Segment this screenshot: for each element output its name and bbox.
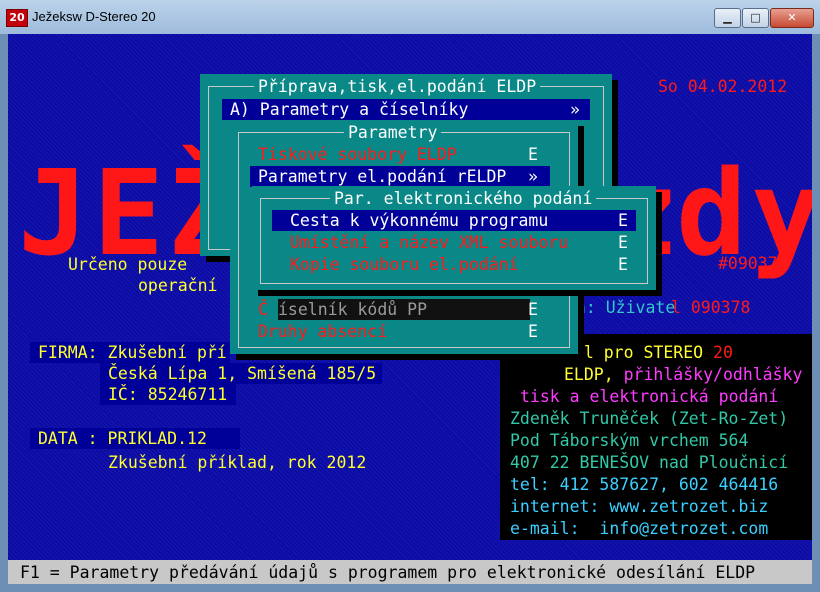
user-label: ha: Uživate xyxy=(566,298,676,317)
urceno-line1: Určeno pouze xyxy=(68,255,188,274)
menu-item-key: E xyxy=(618,233,628,252)
info-line1-a: dul pro STEREO xyxy=(564,343,714,362)
menu-item-cesta-programu[interactable]: Cesta k výkonnému programu E xyxy=(272,210,636,231)
menu-item-label: íselník kódů PP xyxy=(278,299,530,320)
menu-par-el-podani: Par. elektronického podání Cesta k výkon… xyxy=(252,186,656,290)
window-title: Ježeksw D-Stereo 20 xyxy=(32,9,156,24)
data-label: DATA : PRIKLAD.12 xyxy=(38,429,207,448)
firma-label: FIRMA: Zkušební pří xyxy=(38,343,227,362)
app-icon[interactable]: 20 xyxy=(6,9,28,27)
submenu-arrow-icon: » xyxy=(528,167,538,186)
menu-item-label-first: Č xyxy=(258,300,268,319)
firma-address: Česká Lípa 1, Smíšená 185/5 xyxy=(108,364,377,383)
info-line2-b: přihlášky/odhlášky xyxy=(623,365,803,384)
submenu-arrow-icon: » xyxy=(570,100,580,119)
menu-item-parametry-ciselniky[interactable]: A) Parametry a číselníky » xyxy=(222,99,590,120)
menu-item-umisteni-xml[interactable]: Umístění a název XML souboru E xyxy=(272,232,636,253)
console-area: So 04.02.2012 JEŽE z dy #090378 Určeno p… xyxy=(8,34,812,560)
menu-item-label: Parametry el.podání rELDP xyxy=(258,167,507,186)
info-box: dul pro STEREO 20 ELDP, přihlášky/odhláš… xyxy=(500,334,812,540)
info-line3: tisk a elektronická podání xyxy=(520,387,779,406)
menu-item-label: Umístění a název XML souboru xyxy=(290,233,569,252)
menu-eldp-title: Příprava,tisk,el.podání ELDP xyxy=(254,76,541,97)
info-email[interactable]: e-mail: info@zetrozet.com xyxy=(510,518,768,539)
menu-item-kopie-souboru[interactable]: Kopie souboru el.podání E xyxy=(272,254,636,275)
minimize-button[interactable]: ▁ xyxy=(714,8,741,28)
menu-item-label: Cesta k výkonnému programu xyxy=(290,211,549,230)
menu-item-label: Kopie souboru el.podání xyxy=(290,255,519,274)
date-display: So 04.02.2012 xyxy=(658,77,788,96)
info-web[interactable]: internet: www.zetrozet.biz xyxy=(510,496,768,517)
menu-item-key: E xyxy=(528,300,538,319)
menu-item-key: E xyxy=(528,322,538,341)
firma-ic: IČ: 85246711 xyxy=(108,385,228,404)
urceno-line2: operační xyxy=(138,276,218,295)
menu-item-key: E xyxy=(618,211,628,230)
menu-item-key: E xyxy=(618,255,628,274)
info-line2-a: ELDP, xyxy=(564,365,624,384)
user-number: l 090378 xyxy=(671,298,751,317)
registration-number: #090378 xyxy=(718,254,788,273)
status-hint: F1 = Parametry předávání údajů s program… xyxy=(20,563,756,582)
menu-item-label: Tiskové soubory ELDP xyxy=(258,145,457,164)
menu-par-el-podani-title: Par. elektronického podání xyxy=(330,188,597,209)
close-button[interactable]: ✕ xyxy=(770,8,814,28)
menu-item-key: E xyxy=(528,145,538,164)
info-street: Pod Táborským vrchem 564 xyxy=(510,431,749,450)
menu-item-tiskove-soubory[interactable]: Tiskové soubory ELDP E xyxy=(250,144,550,165)
data-description: Zkušební příklad, rok 2012 xyxy=(108,453,367,472)
info-phone: tel: 412 587627, 602 464416 xyxy=(510,475,779,494)
info-city: 407 22 BENEŠOV nad Ploučnicí xyxy=(510,453,789,472)
menu-item-parametry-el-podani[interactable]: Parametry el.podání rELDP » xyxy=(250,166,550,187)
info-author: Zdeněk Truněček (Zet-Ro-Zet) xyxy=(510,409,789,428)
menu-item-ciselnik-kodu[interactable]: Č íselník kódů PP E xyxy=(250,299,550,320)
status-bar: F1 = Parametry předávání údajů s program… xyxy=(8,560,812,584)
menu-item-label: Druhy absencí xyxy=(258,322,388,341)
menu-parametry-title: Parametry xyxy=(344,122,442,143)
menu-item-druhy-absenci[interactable]: Druhy absencí E xyxy=(250,321,550,342)
info-line1-b: 20 xyxy=(713,343,733,362)
menu-item-label: A) Parametry a číselníky xyxy=(230,100,469,119)
maximize-button[interactable]: □ xyxy=(742,8,769,28)
